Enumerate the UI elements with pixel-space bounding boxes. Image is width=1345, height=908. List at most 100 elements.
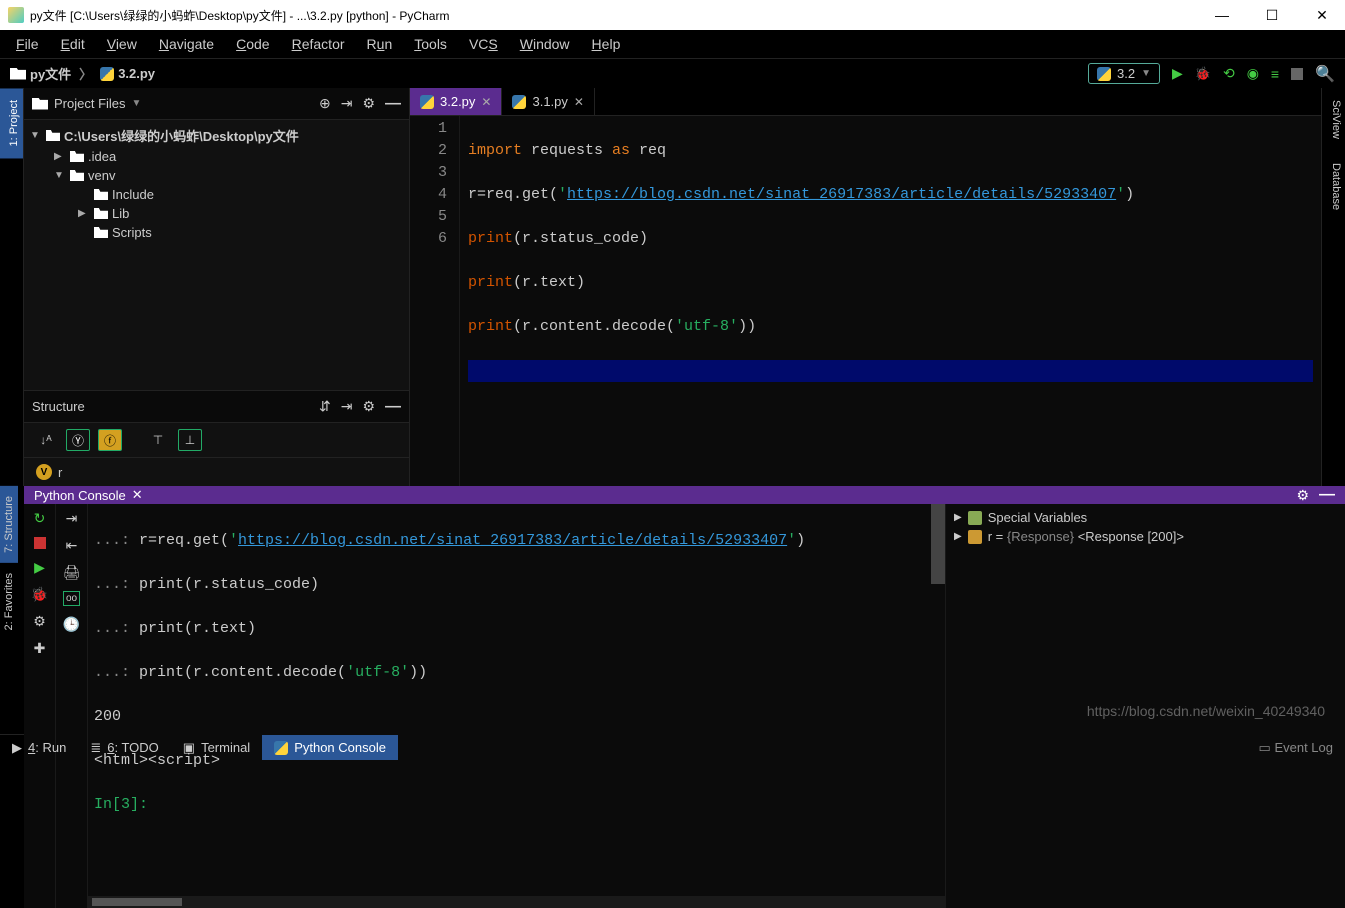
run-icon[interactable]: ▶ (34, 559, 45, 576)
minimize-button[interactable]: — (1207, 7, 1237, 24)
show-vars-icon[interactable]: oo (63, 591, 80, 606)
expand-icon[interactable]: ▶ (54, 151, 66, 162)
tree-lib[interactable]: ▶ Lib (30, 204, 403, 223)
concurrent-button[interactable]: ≡ (1271, 66, 1279, 82)
expand-icon[interactable]: ▼ (30, 130, 42, 141)
breadcrumb-file[interactable]: 3.2.py (118, 66, 155, 81)
autoscroll-to-icon[interactable]: ⊤ (146, 429, 170, 451)
close-console-icon[interactable]: ✕ (132, 487, 143, 503)
search-icon[interactable]: 🔍 (1315, 64, 1335, 84)
run-tool-tab[interactable]: ▶4: Run (0, 735, 78, 760)
menu-refactor[interactable]: Refactor (282, 34, 355, 54)
chevron-down-icon: ▼ (132, 98, 142, 109)
python-file-icon (420, 95, 434, 109)
close-tab-icon[interactable]: ✕ (574, 95, 584, 109)
sort-icon[interactable]: ↓ᴬ (34, 429, 58, 451)
import-icon[interactable]: ⇤ (66, 537, 78, 554)
collapse-icon[interactable]: ⇥ (341, 95, 353, 112)
tree-idea[interactable]: ▶ .idea (30, 147, 403, 166)
expand-icon[interactable]: ▶ (954, 512, 962, 523)
folder-icon (70, 151, 84, 162)
project-tool-tab[interactable]: 1: Project (0, 88, 23, 158)
autoscroll-from-icon[interactable]: ⊥ (178, 429, 202, 451)
menu-tools[interactable]: Tools (404, 34, 457, 54)
maximize-button[interactable]: ☐ (1257, 7, 1287, 24)
project-panel-header: Project Files ▼ ⊕ ⇥ ⚙ — (24, 88, 409, 120)
close-tab-icon[interactable]: ✕ (481, 95, 491, 109)
h-scrollbar[interactable] (88, 896, 945, 908)
history-icon[interactable]: 🕒 (63, 616, 80, 633)
tree-venv[interactable]: ▼ venv (30, 166, 403, 185)
menu-navigate[interactable]: Navigate (149, 34, 224, 54)
run-config-selector[interactable]: 3.2 ▼ (1088, 63, 1160, 84)
structure-panel-header: Structure ⇵ ⇥ ⚙ — (24, 391, 409, 423)
menu-view[interactable]: View (97, 34, 147, 54)
menu-run[interactable]: Run (357, 34, 403, 54)
console-toolbar-1: ↻ ▶ 🐞 ⚙ ✚ (24, 504, 56, 908)
tree-include[interactable]: Include (30, 185, 403, 204)
profile-button[interactable]: ◉ (1247, 65, 1259, 82)
coverage-button[interactable]: ⟲ (1223, 65, 1235, 82)
menu-vcs[interactable]: VCS (459, 34, 508, 54)
right-tool-rail: SciView Database (1321, 88, 1345, 486)
menu-file[interactable]: File (6, 34, 49, 54)
print-icon[interactable]: 🖨 (63, 564, 81, 581)
expand-all-icon[interactable]: ⇵ (319, 398, 331, 415)
hide-panel-icon[interactable]: — (385, 398, 401, 416)
gear-icon[interactable]: ⚙ (1296, 487, 1309, 504)
structure-tool-tab[interactable]: 7: Structure (0, 486, 18, 563)
variable-r-row[interactable]: ▶ r = {Response} <Response [200]> (954, 527, 1337, 546)
console-title: Python Console (34, 488, 126, 503)
tab-3-1-py[interactable]: 3.1.py ✕ (502, 88, 594, 115)
code-editor[interactable]: 123 456 import requests as req r=req.get… (410, 116, 1321, 486)
sciview-tool-tab[interactable]: SciView (1322, 88, 1345, 151)
hide-panel-icon[interactable]: — (1319, 486, 1335, 504)
output-icon[interactable]: ⇥ (66, 510, 78, 527)
expand-icon[interactable]: ▶ (954, 531, 962, 542)
collapse-all-icon[interactable]: ⇥ (341, 398, 353, 415)
menu-window[interactable]: Window (510, 34, 580, 54)
stop-button[interactable] (1291, 68, 1303, 80)
run-button[interactable]: ▶ (1172, 65, 1183, 82)
tree-scripts[interactable]: Scripts (30, 223, 403, 242)
expand-icon[interactable]: ▶ (78, 208, 90, 219)
stop-icon[interactable] (34, 537, 46, 549)
special-variables-row[interactable]: ▶ Special Variables (954, 508, 1337, 527)
debug-icon[interactable]: 🐞 (31, 586, 48, 603)
tab-3-2-py[interactable]: 3.2.py ✕ (410, 88, 502, 115)
debug-button[interactable]: 🐞 (1195, 66, 1211, 82)
group-icon (968, 511, 982, 525)
settings-icon[interactable]: ⚙ (33, 613, 46, 630)
project-view-selector[interactable]: Project Files (54, 96, 126, 111)
window-title: py文件 [C:\Users\绿绿的小蚂蚱\Desktop\py文件] - ..… (30, 7, 449, 24)
gear-icon[interactable]: ⚙ (362, 95, 375, 112)
menu-help[interactable]: Help (582, 34, 631, 54)
folder-icon (70, 170, 84, 181)
variable-badge-icon: V (36, 464, 52, 480)
left-tool-rail: 1: Project (0, 88, 24, 486)
gear-icon[interactable]: ⚙ (362, 398, 375, 415)
structure-item-r[interactable]: V r (24, 458, 409, 486)
variable-icon (968, 530, 982, 544)
locate-icon[interactable]: ⊕ (319, 95, 331, 112)
folder-icon (94, 208, 108, 219)
console-output[interactable]: ...: r=req.get('https://blog.csdn.net/si… (88, 504, 945, 908)
filter-functions-icon[interactable]: ⓕ (98, 429, 122, 451)
close-button[interactable]: ✕ (1307, 7, 1337, 24)
structure-toolbar: ↓ᴬ Ⓨ ⓕ ⊤ ⊥ (24, 423, 409, 458)
database-tool-tab[interactable]: Database (1322, 151, 1345, 222)
favorites-tool-tab[interactable]: 2: Favorites (0, 563, 18, 640)
run-config-name: 3.2 (1117, 66, 1135, 81)
window-titlebar: py文件 [C:\Users\绿绿的小蚂蚱\Desktop\py文件] - ..… (0, 0, 1345, 30)
hide-panel-icon[interactable]: — (385, 95, 401, 113)
menu-code[interactable]: Code (226, 34, 279, 54)
event-log-button[interactable]: ▭ Event Log (1259, 740, 1333, 756)
rerun-icon[interactable]: ↻ (34, 510, 46, 527)
expand-icon[interactable]: ▼ (54, 170, 66, 181)
scrollbar[interactable] (931, 504, 945, 584)
filter-fields-icon[interactable]: Ⓨ (66, 429, 90, 451)
menu-edit[interactable]: Edit (51, 34, 95, 54)
breadcrumb-root[interactable]: py文件 (30, 64, 71, 83)
tree-root[interactable]: ▼ C:\Users\绿绿的小蚂蚱\Desktop\py文件 (30, 124, 403, 147)
new-console-icon[interactable]: ✚ (34, 640, 46, 657)
